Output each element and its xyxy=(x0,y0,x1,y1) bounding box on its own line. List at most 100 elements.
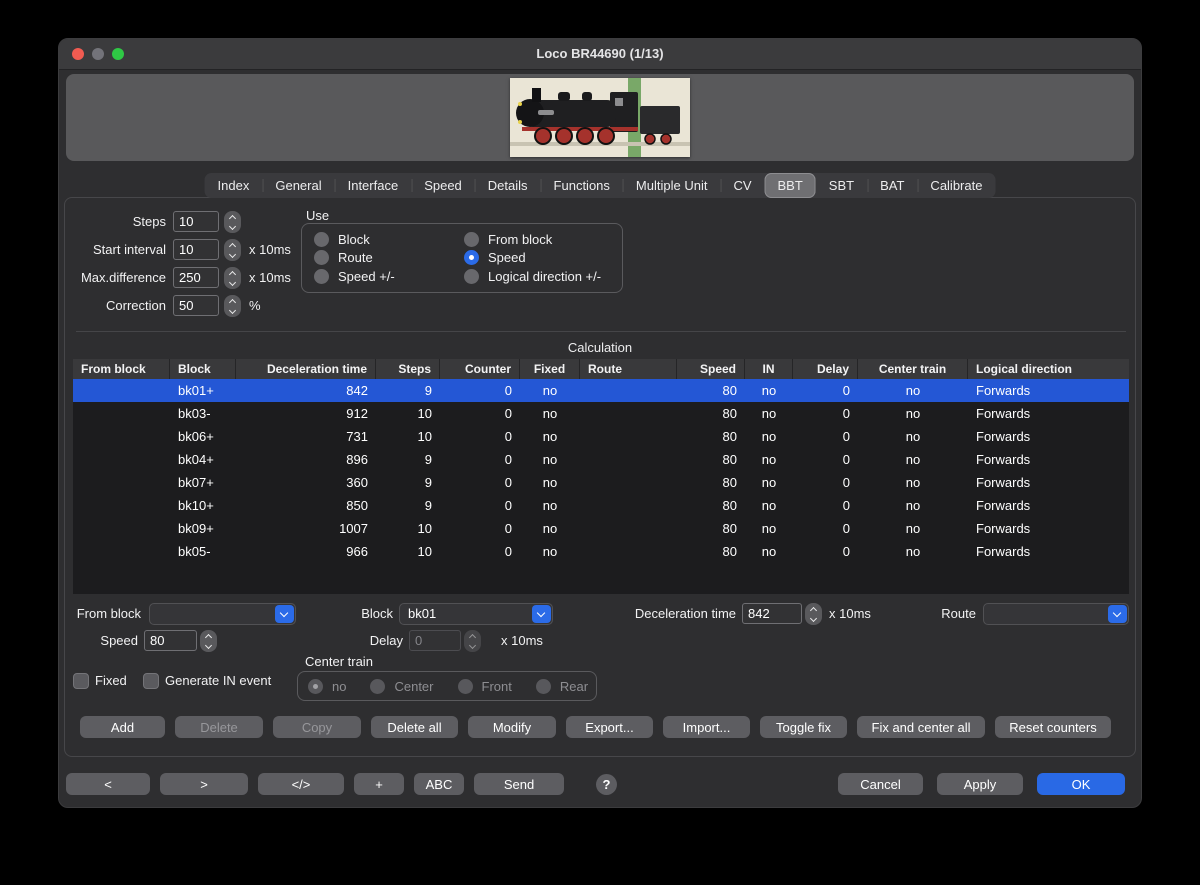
column-header-counter[interactable]: Counter xyxy=(440,359,520,379)
tab-general[interactable]: General xyxy=(262,173,334,198)
abc-button[interactable]: ABC xyxy=(414,773,464,795)
add-loco-button[interactable]: + xyxy=(354,773,404,795)
chevron-glyph xyxy=(537,609,545,617)
column-header-from-block[interactable]: From block xyxy=(73,359,170,379)
speed-stepper[interactable] xyxy=(200,630,217,652)
speed-field[interactable]: 80 xyxy=(144,630,197,651)
cell: 731 xyxy=(236,425,376,448)
cell xyxy=(73,448,170,471)
radio-label: From block xyxy=(488,232,552,247)
tab-sbt[interactable]: SBT xyxy=(816,173,867,198)
correction-stepper[interactable] xyxy=(224,295,241,317)
tab-details[interactable]: Details xyxy=(475,173,541,198)
cell: no xyxy=(858,471,968,494)
tab-bat[interactable]: BAT xyxy=(867,173,917,198)
speed-label: Speed xyxy=(73,630,138,652)
add-button[interactable]: Add xyxy=(80,716,165,738)
max-difference-field[interactable]: 250 xyxy=(173,267,219,288)
modify-button[interactable]: Modify xyxy=(468,716,556,738)
block-dropdown[interactable]: bk01 xyxy=(399,603,553,625)
use-options: BlockRouteSpeed +/- From block SpeedLogica… xyxy=(302,224,622,292)
steps-field[interactable]: 10 xyxy=(173,211,219,232)
apply-button[interactable]: Apply xyxy=(937,773,1023,795)
cell xyxy=(580,402,677,425)
use-group-label: Use xyxy=(306,209,329,223)
next-loco-button[interactable]: > xyxy=(160,773,248,795)
use-option-speed[interactable]: Speed +/- xyxy=(314,267,464,286)
start-interval-stepper[interactable] xyxy=(224,239,241,261)
toggle-fix-button[interactable]: Toggle fix xyxy=(760,716,847,738)
table-row[interactable]: bk10+85090no80no0noForwards xyxy=(73,494,1129,517)
loco-properties-dialog: Loco BR44690 (1/13) IndexGener xyxy=(58,38,1142,808)
copy-button[interactable]: Copy xyxy=(273,716,361,738)
deceleration-time-stepper[interactable] xyxy=(805,603,822,625)
fix-and-center-all-button[interactable]: Fix and center all xyxy=(857,716,985,738)
cell: 0 xyxy=(793,517,858,540)
column-header-block[interactable]: Block xyxy=(170,359,236,379)
chevron-down-icon[interactable] xyxy=(532,605,551,623)
column-header-logical-direction[interactable]: Logical direction xyxy=(968,359,1129,379)
table-row[interactable]: bk06+731100no80no0noForwards xyxy=(73,425,1129,448)
column-header-speed[interactable]: Speed xyxy=(677,359,745,379)
cell: 0 xyxy=(793,494,858,517)
chevron-down-icon[interactable] xyxy=(275,605,294,623)
radio-icon xyxy=(370,679,385,694)
deceleration-time-field[interactable]: 842 xyxy=(742,603,802,624)
column-header-deceleration-time[interactable]: Deceleration time xyxy=(236,359,376,379)
cell: 80 xyxy=(677,540,745,563)
correction-field[interactable]: 50 xyxy=(173,295,219,316)
tab-multiple-unit[interactable]: Multiple Unit xyxy=(623,173,721,198)
cancel-button[interactable]: Cancel xyxy=(838,773,923,795)
delay-stepper[interactable] xyxy=(464,630,481,652)
delete-all-button[interactable]: Delete all xyxy=(371,716,458,738)
use-groupbox: BlockRouteSpeed +/- From block SpeedLogica… xyxy=(301,223,623,293)
import-button[interactable]: Import... xyxy=(663,716,750,738)
use-option-from-block[interactable]: From block xyxy=(464,230,614,249)
tab-cv[interactable]: CV xyxy=(720,173,764,198)
tab-interface[interactable]: Interface xyxy=(335,173,412,198)
table-row[interactable]: bk05-966100no80no0noForwards xyxy=(73,540,1129,563)
fixed-checkbox[interactable] xyxy=(73,673,89,689)
use-option-route[interactable]: Route xyxy=(314,249,464,268)
table-row[interactable]: bk04+89690no80no0noForwards xyxy=(73,448,1129,471)
column-header-delay[interactable]: Delay xyxy=(793,359,858,379)
generate-in-event-checkbox[interactable] xyxy=(143,673,159,689)
use-option-block[interactable]: Block xyxy=(314,230,464,249)
use-option-speed[interactable]: Speed xyxy=(464,249,614,268)
table-row[interactable]: bk09+1007100no80no0noForwards xyxy=(73,517,1129,540)
tab-bar: IndexGeneralInterfaceSpeedDetailsFunctio… xyxy=(205,173,996,198)
tab-functions[interactable]: Functions xyxy=(541,173,623,198)
cell: no xyxy=(858,379,968,402)
title-bar[interactable]: Loco BR44690 (1/13) xyxy=(59,39,1141,70)
table-row[interactable]: bk01+84290no80no0noForwards xyxy=(73,379,1129,402)
table-row[interactable]: bk07+36090no80no0noForwards xyxy=(73,471,1129,494)
help-button[interactable]: ? xyxy=(596,774,617,795)
cell: bk05- xyxy=(170,540,236,563)
tab-bbt[interactable]: BBT xyxy=(765,173,816,198)
chevron-down-icon[interactable] xyxy=(1108,605,1127,623)
delete-button[interactable]: Delete xyxy=(175,716,263,738)
cell: 80 xyxy=(677,517,745,540)
start-interval-field[interactable]: 10 xyxy=(173,239,219,260)
ok-button[interactable]: OK xyxy=(1037,773,1125,795)
export-button[interactable]: Export... xyxy=(566,716,653,738)
steps-stepper[interactable] xyxy=(224,211,241,233)
table-row[interactable]: bk03-912100no80no0noForwards xyxy=(73,402,1129,425)
column-header-center-train[interactable]: Center train xyxy=(858,359,968,379)
send-button[interactable]: Send xyxy=(474,773,564,795)
column-header-steps[interactable]: Steps xyxy=(376,359,440,379)
route-dropdown[interactable] xyxy=(983,603,1129,625)
reset-counters-button[interactable]: Reset counters xyxy=(995,716,1111,738)
code-button[interactable]: </> xyxy=(258,773,344,795)
tab-calibrate[interactable]: Calibrate xyxy=(917,173,995,198)
max-difference-stepper[interactable] xyxy=(224,267,241,289)
column-header-route[interactable]: Route xyxy=(580,359,677,379)
delay-field[interactable]: 0 xyxy=(409,630,461,651)
column-header-fixed[interactable]: Fixed xyxy=(520,359,580,379)
tab-speed[interactable]: Speed xyxy=(411,173,475,198)
column-header-in[interactable]: IN xyxy=(745,359,793,379)
prev-loco-button[interactable]: < xyxy=(66,773,150,795)
from-block-dropdown[interactable] xyxy=(149,603,296,625)
use-option-logical-direction[interactable]: Logical direction +/- xyxy=(464,267,614,286)
tab-index[interactable]: Index xyxy=(205,173,263,198)
